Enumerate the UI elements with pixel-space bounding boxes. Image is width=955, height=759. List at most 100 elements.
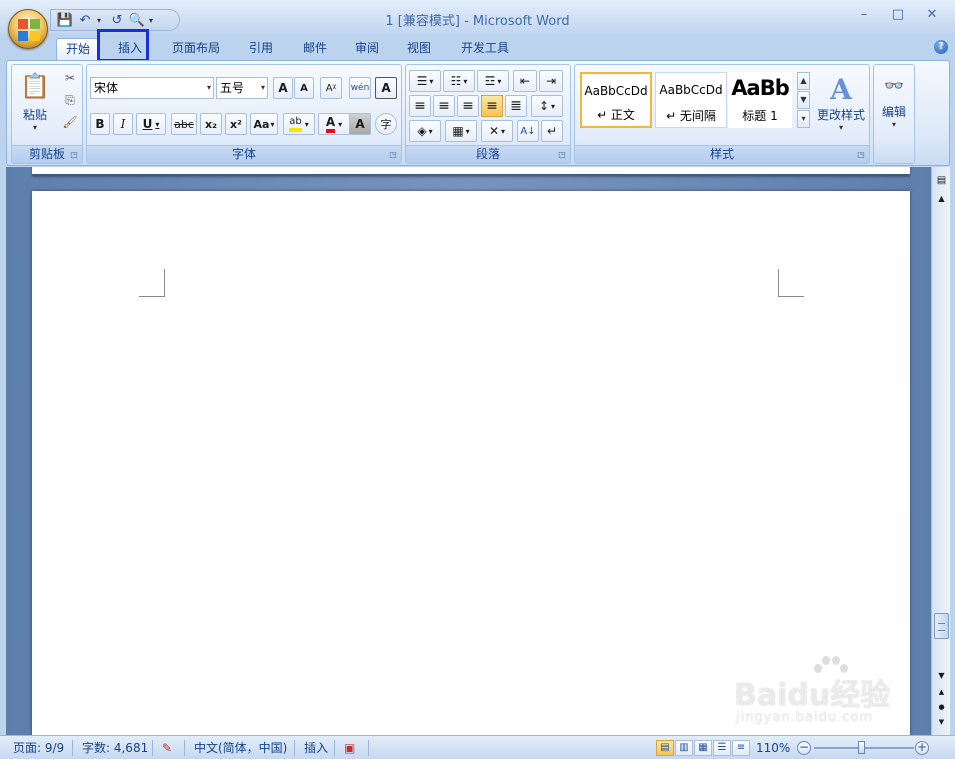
style-tile-no-spacing[interactable]: AaBbCcDd ↵ 无间隔 [655, 72, 727, 128]
web-layout-view-icon[interactable]: ▦ [694, 740, 712, 756]
highlight-icon: ab [289, 116, 302, 132]
tab-references[interactable]: 引用 [238, 38, 284, 60]
print-layout-view-icon[interactable]: ▤ [656, 740, 674, 756]
office-button[interactable] [8, 9, 48, 49]
change-case-button[interactable]: Aa ▾ [250, 113, 278, 135]
highlight-button[interactable]: ab ▾ [283, 113, 315, 135]
zoom-out-button[interactable]: − [797, 741, 811, 755]
previous-page-button[interactable]: ▲ [934, 685, 949, 699]
shading-button[interactable]: ◈ ▾ [409, 120, 441, 142]
tab-review[interactable]: 审阅 [344, 38, 390, 60]
chinese-layout-button[interactable]: ✕ ▾ [481, 120, 513, 142]
numbering-button[interactable]: ☷ ▾ [443, 70, 475, 92]
styles-more-button[interactable]: ▾ [797, 110, 810, 128]
borders-button[interactable]: ▦ ▾ [445, 120, 477, 142]
font-name-combo[interactable]: 宋体 ▾ [90, 77, 214, 99]
vertical-scrollbar[interactable]: ▤ ▲ ▼ ▲ ● ▼ [931, 167, 950, 735]
zoom-level[interactable]: 110% [756, 740, 790, 756]
editing-button[interactable]: 👓 编辑 ▾ [876, 67, 912, 137]
styles-scroll-up-button[interactable]: ▲ [797, 72, 810, 90]
macro-recording-icon[interactable]: ▣ [344, 740, 355, 756]
tab-view[interactable]: 视图 [396, 38, 442, 60]
insert-mode-status[interactable]: 插入 [304, 740, 328, 756]
phonetic-guide-button[interactable]: wén [349, 77, 371, 99]
maximize-button[interactable]: □ [883, 6, 913, 24]
font-color-button[interactable]: A ▾ [318, 113, 350, 135]
grow-font-button[interactable]: A [273, 77, 293, 99]
tab-page-layout[interactable]: 页面布局 [164, 38, 228, 60]
crop-mark-top-right [778, 269, 804, 297]
align-center-button[interactable]: ≡ [433, 95, 455, 117]
next-page-button[interactable]: ▼ [934, 715, 949, 729]
cut-icon[interactable]: ✂ [60, 69, 80, 87]
line-spacing-button[interactable]: ↕ ▾ [531, 95, 563, 117]
show-marks-button[interactable]: ↵ [541, 120, 563, 142]
paragraph-group-label: 段落 [406, 145, 570, 163]
scroll-up-button[interactable]: ▲ [934, 192, 949, 206]
subscript-button[interactable]: x₂ [200, 113, 222, 135]
format-painter-icon[interactable]: 🖌 [60, 113, 80, 131]
paste-button[interactable]: 📋 粘贴 ▾ [18, 67, 52, 137]
tab-insert[interactable]: 插入 [106, 38, 154, 60]
style-tile-heading-1[interactable]: AaBb 标题 1 [728, 72, 792, 128]
styles-group: AaBbCcDd ↵ 正文 AaBbCcDd ↵ 无间隔 AaBb 标题 1 ▲… [574, 64, 870, 164]
superscript-button[interactable]: x² [225, 113, 247, 135]
document-page[interactable] [32, 191, 910, 735]
bullets-button[interactable]: ☰ ▾ [409, 70, 441, 92]
proofing-errors-icon[interactable]: ✎ [162, 740, 172, 756]
zoom-slider-thumb[interactable] [858, 741, 865, 754]
copy-icon[interactable]: ⎘ [60, 91, 80, 109]
outline-view-icon[interactable]: ☰ [713, 740, 731, 756]
select-browse-object-button[interactable]: ● [934, 700, 949, 714]
decrease-indent-button[interactable]: ⇤ [513, 70, 537, 92]
shading-icon: ◈ [417, 124, 427, 138]
full-screen-reading-view-icon[interactable]: ▥ [675, 740, 693, 756]
draft-view-icon[interactable]: ≡ [732, 740, 750, 756]
language-status[interactable]: 中文(简体，中国) [194, 740, 287, 756]
distributed-button[interactable]: ≣ [505, 95, 527, 117]
zoom-in-button[interactable]: + [915, 741, 929, 755]
minimize-button[interactable]: – [849, 6, 879, 24]
justify-button[interactable]: ≡ [481, 95, 503, 117]
close-button[interactable]: ✕ [917, 6, 947, 24]
change-styles-label: 更改样式 [816, 107, 865, 122]
font-size-combo[interactable]: 五号 ▾ [216, 77, 268, 99]
enclose-characters-button[interactable]: 字 [375, 113, 397, 135]
font-group: 宋体 ▾ 五号 ▾ A A Aᵡ wén A B I U ▾ abc x₂ x² Aa… [86, 64, 402, 164]
change-styles-button[interactable]: A 更改样式 ▾ [813, 67, 869, 137]
align-right-button[interactable]: ≡ [457, 95, 479, 117]
tab-home[interactable]: 开始 [56, 38, 100, 60]
word-count-status[interactable]: 字数: 4,681 [82, 740, 148, 756]
view-ruler-icon[interactable]: ▤ [934, 174, 949, 188]
clipboard-group: 📋 粘贴 ▾ ✂ ⎘ 🖌 剪贴板 ◳ [11, 64, 83, 164]
change-styles-icon: A [830, 72, 852, 106]
bold-button[interactable]: B [90, 113, 110, 135]
help-icon[interactable]: ? [934, 40, 948, 54]
underline-button[interactable]: U ▾ [136, 113, 166, 135]
multilevel-list-button[interactable]: ☲ ▾ [477, 70, 509, 92]
align-left-button[interactable]: ≡ [409, 95, 431, 117]
sort-button[interactable]: A↓ [517, 120, 539, 142]
font-dialog-launcher-icon[interactable]: ◳ [388, 150, 398, 160]
tab-mailings[interactable]: 邮件 [292, 38, 338, 60]
style-tile-normal[interactable]: AaBbCcDd ↵ 正文 [580, 72, 652, 128]
shrink-font-button[interactable]: A [294, 77, 314, 99]
scroll-thumb[interactable] [934, 613, 949, 639]
strikethrough-button[interactable]: abc [171, 113, 197, 135]
scroll-down-button[interactable]: ▼ [934, 669, 949, 683]
increase-indent-button[interactable]: ⇥ [539, 70, 563, 92]
ribbon-tabs: 开始 插入 页面布局 引用 邮件 审阅 视图 开发工具 [0, 34, 955, 60]
italic-button[interactable]: I [113, 113, 133, 135]
crop-mark-top-left [139, 269, 165, 297]
chinese-layout-icon: ✕ [488, 124, 500, 138]
styles-scroll-down-button[interactable]: ▼ [797, 91, 810, 109]
tab-developer[interactable]: 开发工具 [452, 38, 518, 60]
character-shading-button[interactable]: A [349, 113, 371, 135]
clear-format-button[interactable]: Aᵡ [320, 77, 342, 99]
paragraph-dialog-launcher-icon[interactable]: ◳ [557, 150, 567, 160]
page-count-status[interactable]: 页面: 9/9 [13, 740, 64, 756]
clipboard-dialog-launcher-icon[interactable]: ◳ [69, 150, 79, 160]
numbering-icon: ☷ [450, 74, 462, 88]
styles-dialog-launcher-icon[interactable]: ◳ [856, 150, 866, 160]
character-border-button[interactable]: A [375, 77, 397, 99]
